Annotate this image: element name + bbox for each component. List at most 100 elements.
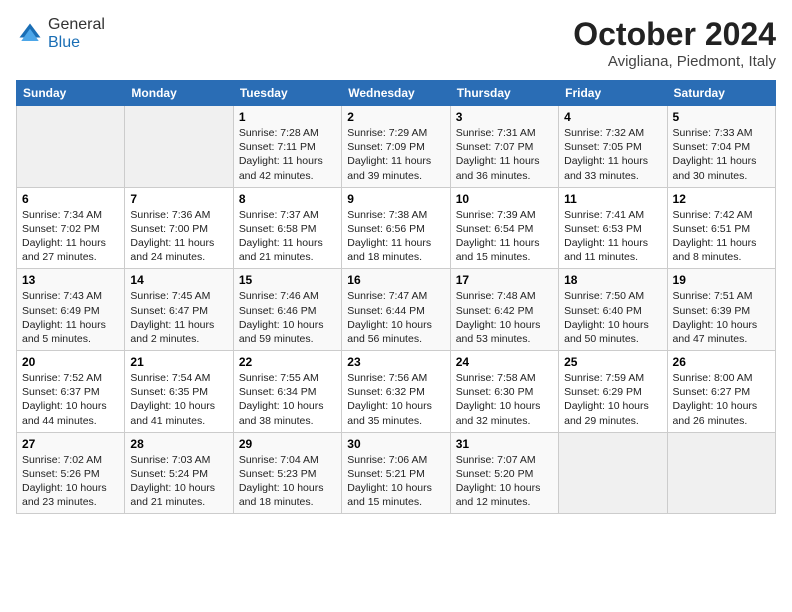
day-info: Sunrise: 7:59 AMSunset: 6:29 PMDaylight:… [564,372,649,427]
day-info: Sunrise: 7:45 AMSunset: 6:47 PMDaylight:… [130,290,214,345]
table-row: 1 Sunrise: 7:28 AMSunset: 7:11 PMDaylight… [233,106,341,188]
day-info: Sunrise: 7:46 AMSunset: 6:46 PMDaylight:… [239,290,324,345]
col-sunday: Sunday [17,81,125,106]
day-info: Sunrise: 8:00 AMSunset: 6:27 PMDaylight:… [673,372,758,427]
table-row: 18Sunrise: 7:50 AMSunset: 6:40 PMDayligh… [559,269,667,351]
table-row: 10 Sunrise: 7:39 AMSunset: 6:54 PMDayligh… [450,187,558,269]
day-info: Sunrise: 7:02 AMSunset: 5:26 PMDaylight:… [22,454,107,509]
table-row: 8 Sunrise: 7:37 AMSunset: 6:58 PMDaylight… [233,187,341,269]
day-info: Sunrise: 7:07 AMSunset: 5:20 PMDaylight:… [456,454,541,509]
day-info: Sunrise: 7:43 AMSunset: 6:49 PMDaylight:… [22,290,106,345]
table-row: 26 Sunrise: 8:00 AMSunset: 6:27 PMDayligh… [667,351,775,433]
day-number: 10 [456,192,553,206]
calendar-week-row: 1 Sunrise: 7:28 AMSunset: 7:11 PMDaylight… [17,106,776,188]
day-info: Sunrise: 7:37 AMSunset: 6:58 PMDaylight:… [239,209,323,264]
logo-blue: Blue [48,34,80,51]
day-info: Sunrise: 7:33 AMSunset: 7:04 PMDaylight:… [673,127,757,182]
day-number: 20 [22,355,119,369]
header-row: Sunday Monday Tuesday Wednesday Thursday… [17,81,776,106]
day-number: 22 [239,355,336,369]
table-row: 30 Sunrise: 7:06 AMSunset: 5:21 PMDayligh… [342,432,450,514]
logo-icon [16,20,44,48]
day-info: Sunrise: 7:47 AMSunset: 6:44 PMDaylight:… [347,290,432,345]
calendar-week-row: 6 Sunrise: 7:34 AMSunset: 7:02 PMDaylight… [17,187,776,269]
day-info: Sunrise: 7:32 AMSunset: 7:05 PMDaylight:… [564,127,648,182]
day-number: 30 [347,437,444,451]
table-row [125,106,233,188]
title-block: October 2024 Avigliana, Piedmont, Italy [573,16,776,70]
col-saturday: Saturday [667,81,775,106]
day-number: 26 [673,355,770,369]
day-number: 4 [564,110,661,124]
day-number: 5 [673,110,770,124]
table-row: 28Sunrise: 7:03 AMSunset: 5:24 PMDayligh… [125,432,233,514]
table-row: 24 Sunrise: 7:58 AMSunset: 6:30 PMDayligh… [450,351,558,433]
col-thursday: Thursday [450,81,558,106]
day-info: Sunrise: 7:29 AMSunset: 7:09 PMDaylight:… [347,127,431,182]
day-info: Sunrise: 7:39 AMSunset: 6:54 PMDaylight:… [456,209,540,264]
col-monday: Monday [125,81,233,106]
logo-text: General Blue [48,16,105,52]
day-info: Sunrise: 7:42 AMSunset: 6:51 PMDaylight:… [673,209,757,264]
table-row: 21 Sunrise: 7:54 AMSunset: 6:35 PMDayligh… [125,351,233,433]
table-row [17,106,125,188]
table-row: 12Sunrise: 7:42 AMSunset: 6:51 PMDayligh… [667,187,775,269]
table-row: 27 Sunrise: 7:02 AMSunset: 5:26 PMDayligh… [17,432,125,514]
day-info: Sunrise: 7:34 AMSunset: 7:02 PMDaylight:… [22,209,106,264]
day-info: Sunrise: 7:50 AMSunset: 6:40 PMDaylight:… [564,290,649,345]
col-friday: Friday [559,81,667,106]
table-row: 29Sunrise: 7:04 AMSunset: 5:23 PMDayligh… [233,432,341,514]
table-row: 16Sunrise: 7:47 AMSunset: 6:44 PMDayligh… [342,269,450,351]
logo-general: General [48,16,105,33]
day-info: Sunrise: 7:06 AMSunset: 5:21 PMDaylight:… [347,454,432,509]
table-row: 17 Sunrise: 7:48 AMSunset: 6:42 PMDayligh… [450,269,558,351]
day-info: Sunrise: 7:51 AMSunset: 6:39 PMDaylight:… [673,290,758,345]
table-row: 15 Sunrise: 7:46 AMSunset: 6:46 PMDayligh… [233,269,341,351]
day-number: 31 [456,437,553,451]
table-row: 22 Sunrise: 7:55 AMSunset: 6:34 PMDayligh… [233,351,341,433]
table-row: 4 Sunrise: 7:32 AMSunset: 7:05 PMDaylight… [559,106,667,188]
day-number: 25 [564,355,661,369]
col-wednesday: Wednesday [342,81,450,106]
table-row: 20 Sunrise: 7:52 AMSunset: 6:37 PMDayligh… [17,351,125,433]
table-row: 14 Sunrise: 7:45 AMSunset: 6:47 PMDayligh… [125,269,233,351]
table-row: 9 Sunrise: 7:38 AMSunset: 6:56 PMDaylight… [342,187,450,269]
table-row: 7 Sunrise: 7:36 AMSunset: 7:00 PMDaylight… [125,187,233,269]
day-info: Sunrise: 7:28 AMSunset: 7:11 PMDaylight:… [239,127,323,182]
day-info: Sunrise: 7:54 AMSunset: 6:35 PMDaylight:… [130,372,215,427]
day-number: 14 [130,273,227,287]
day-info: Sunrise: 7:55 AMSunset: 6:34 PMDaylight:… [239,372,324,427]
calendar-week-row: 13Sunrise: 7:43 AMSunset: 6:49 PMDayligh… [17,269,776,351]
day-number: 17 [456,273,553,287]
day-number: 21 [130,355,227,369]
day-info: Sunrise: 7:58 AMSunset: 6:30 PMDaylight:… [456,372,541,427]
day-number: 8 [239,192,336,206]
day-number: 1 [239,110,336,124]
day-info: Sunrise: 7:31 AMSunset: 7:07 PMDaylight:… [456,127,540,182]
calendar-week-row: 20 Sunrise: 7:52 AMSunset: 6:37 PMDayligh… [17,351,776,433]
table-row [559,432,667,514]
day-info: Sunrise: 7:52 AMSunset: 6:37 PMDaylight:… [22,372,107,427]
day-number: 15 [239,273,336,287]
day-info: Sunrise: 7:04 AMSunset: 5:23 PMDaylight:… [239,454,324,509]
col-tuesday: Tuesday [233,81,341,106]
day-number: 9 [347,192,444,206]
day-number: 24 [456,355,553,369]
day-number: 7 [130,192,227,206]
day-number: 2 [347,110,444,124]
table-row: 3Sunrise: 7:31 AMSunset: 7:07 PMDaylight… [450,106,558,188]
day-number: 27 [22,437,119,451]
table-row: 25 Sunrise: 7:59 AMSunset: 6:29 PMDayligh… [559,351,667,433]
table-row: 23Sunrise: 7:56 AMSunset: 6:32 PMDayligh… [342,351,450,433]
day-number: 6 [22,192,119,206]
day-info: Sunrise: 7:38 AMSunset: 6:56 PMDaylight:… [347,209,431,264]
day-number: 23 [347,355,444,369]
day-number: 19 [673,273,770,287]
month-title: October 2024 [573,16,776,53]
location: Avigliana, Piedmont, Italy [573,53,776,70]
day-info: Sunrise: 7:48 AMSunset: 6:42 PMDaylight:… [456,290,541,345]
day-info: Sunrise: 7:03 AMSunset: 5:24 PMDaylight:… [130,454,215,509]
table-row: 6 Sunrise: 7:34 AMSunset: 7:02 PMDaylight… [17,187,125,269]
day-number: 11 [564,192,661,206]
day-info: Sunrise: 7:36 AMSunset: 7:00 PMDaylight:… [130,209,214,264]
